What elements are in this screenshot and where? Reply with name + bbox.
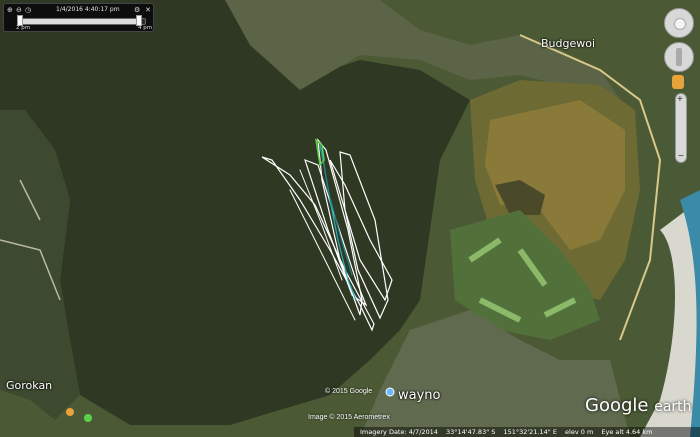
time-slider[interactable]: ⊕ ⊖ ◷ ⚙ ✕ 1/4/2016 4:40:17 pm 2 pm 4 pm [3,3,154,32]
copyright-image: Image © 2015 Aerometrex [308,414,390,421]
logo-google: Google [585,395,649,416]
logo-earth: earth [654,399,692,415]
imagery-date: Imagery Date: 4/7/2014 [360,428,438,436]
slider-track[interactable] [18,18,146,25]
eye-altitude: Eye alt 4.64 km [601,428,653,436]
latitude: 33°14'47.83" S [446,428,496,436]
zoom-slider[interactable]: + − [675,93,687,163]
copyright-google: © 2015 Google [325,388,373,395]
elevation: elev 0 m [565,428,594,436]
move-control-icon[interactable] [664,42,694,72]
slider-date: 1/4/2016 4:40:17 pm [56,6,120,13]
zoom-in-icon[interactable]: ⊕ [7,6,13,14]
place-label-gorokan[interactable]: Gorokan [6,379,52,392]
street-view-person-icon[interactable] [672,75,684,89]
close-icon[interactable]: ✕ [145,6,151,14]
compass-navigation-icon[interactable] [664,8,694,38]
slider-end-label: 4 pm [138,25,153,31]
longitude: 151°32'21.14" E [503,428,557,436]
place-label-budgewoi[interactable]: Budgewoi [541,37,595,50]
place-label-wayno[interactable]: wayno [398,388,441,403]
clock-icon[interactable]: ◷ [25,6,31,14]
status-bar: Imagery Date: 4/7/2014 33°14'47.83" S 15… [354,427,700,437]
slider-start-label: 2 pm [16,25,31,31]
google-earth-logo: Google earth [585,395,692,416]
satellite-map[interactable] [0,0,700,437]
zoom-plus-icon[interactable]: + [677,94,683,105]
zoom-out-icon[interactable]: ⊖ [16,6,22,14]
zoom-minus-icon[interactable]: − [678,151,684,162]
settings-icon[interactable]: ⚙ [134,6,140,14]
